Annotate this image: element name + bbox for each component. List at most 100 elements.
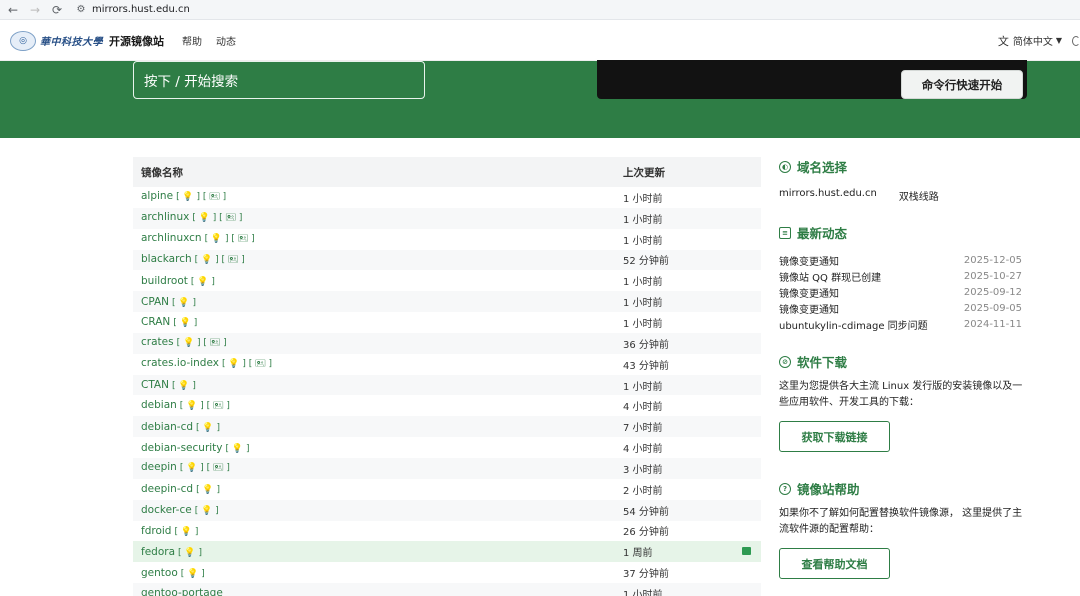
mirror-help-links[interactable]: [ 💡 ] — [226, 444, 250, 454]
table-row[interactable]: CTAN[ 💡 ] 1 小时前 — [133, 374, 761, 396]
mirror-help-links[interactable]: [ 💡 ] — [172, 381, 196, 391]
mirror-name-cell[interactable]: fdroid[ 💡 ] — [133, 525, 615, 537]
table-row[interactable]: buildroot[ 💡 ] 1 小时前 — [133, 270, 761, 291]
table-row[interactable]: debian-cd[ 💡 ] 7 小时前 — [133, 416, 761, 438]
table-row[interactable]: debian-security[ 💡 ] 4 小时前 — [133, 437, 761, 458]
table-row[interactable]: debian[ 💡 ] [ 🖭 ] 4 小时前 — [133, 395, 761, 416]
mirror-name-link[interactable]: debian — [141, 399, 177, 411]
mirror-name-link[interactable]: CTAN — [141, 379, 169, 391]
mirror-name-link[interactable]: alpine — [141, 190, 173, 202]
mirror-name-cell[interactable]: crates[ 💡 ] [ 🖭 ] — [133, 335, 615, 351]
news-title[interactable]: 镜像变更通知 — [779, 285, 839, 300]
news-title[interactable]: 镜像变更通知 — [779, 301, 839, 316]
mirror-name-cell[interactable]: CPAN[ 💡 ] — [133, 296, 615, 308]
mirror-help-links[interactable]: [ 💡 ] — [172, 298, 196, 308]
column-header-name[interactable]: 镜像名称 — [133, 165, 615, 180]
mirror-name-link[interactable]: debian-security — [141, 442, 223, 454]
language-selector[interactable]: 文 简体中文 ▼ — [998, 33, 1062, 49]
table-row[interactable]: CPAN[ 💡 ] 1 小时前 — [133, 291, 761, 313]
mirror-help-links[interactable]: [ 💡 ] — [196, 485, 220, 495]
cli-quickstart-button[interactable]: 命令行快速开始 — [901, 70, 1023, 99]
mirror-name-cell[interactable]: gentoo[ 💡 ] — [133, 567, 615, 579]
domain-option[interactable]: mirrors.hust.edu.cn 双栈线路 — [779, 188, 1029, 203]
mirror-name-link[interactable]: deepin-cd — [141, 483, 193, 495]
mirror-help-links[interactable]: [ 💡 ] — [178, 548, 202, 558]
news-item[interactable]: 镜像站 QQ 群现已创建 2025-10-27 — [779, 268, 1029, 284]
mirror-help-links[interactable]: [ 💡 ] [ 🖭 ] — [195, 255, 245, 265]
table-row[interactable]: gentoo[ 💡 ] 37 分钟前 — [133, 562, 761, 583]
mirror-name-link[interactable]: docker-ce — [141, 504, 192, 516]
mirror-help-links[interactable]: [ 💡 ] [ 🖭 ] — [205, 234, 255, 244]
news-item[interactable]: 镜像变更通知 2025-12-05 — [779, 252, 1029, 268]
mirror-help-links[interactable]: [ 💡 ] [ 🖭 ] — [180, 463, 230, 473]
get-download-links-button[interactable]: 获取下载链接 — [779, 421, 890, 452]
theme-toggle-icon[interactable] — [1072, 35, 1080, 46]
table-row[interactable]: crates[ 💡 ] [ 🖭 ] 36 分钟前 — [133, 332, 761, 354]
mirror-name-cell[interactable]: buildroot[ 💡 ] — [133, 275, 615, 287]
news-title[interactable]: ubuntukylin-cdimage 同步问题 — [779, 317, 928, 332]
news-item[interactable]: 镜像变更通知 2025-09-12 — [779, 284, 1029, 300]
mirror-name-cell[interactable]: debian-cd[ 💡 ] — [133, 421, 615, 433]
address-bar[interactable]: mirrors.hust.edu.cn — [92, 4, 190, 15]
mirror-help-links[interactable]: [ 💡 ] — [181, 569, 205, 579]
table-row[interactable]: fdroid[ 💡 ] 26 分钟前 — [133, 521, 761, 542]
mirror-help-links[interactable]: [ 💡 ] [ 🖭 ] — [180, 401, 230, 411]
mirror-name-cell[interactable]: archlinux[ 💡 ] [ 🖭 ] — [133, 210, 615, 226]
mirror-name-link[interactable]: fedora — [141, 546, 175, 558]
nav-help[interactable]: 帮助 — [182, 33, 202, 48]
forward-icon[interactable]: → — [24, 0, 46, 20]
mirror-name-cell[interactable]: deepin-cd[ 💡 ] — [133, 483, 615, 495]
mirror-name-link[interactable]: debian-cd — [141, 421, 193, 433]
table-row[interactable]: crates.io-index[ 💡 ] [ 🖭 ] 43 分钟前 — [133, 354, 761, 375]
mirror-name-link[interactable]: fdroid — [141, 525, 171, 537]
table-row[interactable]: docker-ce[ 💡 ] 54 分钟前 — [133, 499, 761, 521]
mirror-help-links[interactable]: [ 💡 ] — [173, 318, 197, 328]
mirror-name-link[interactable]: archlinux — [141, 211, 189, 223]
mirror-name-cell[interactable]: blackarch[ 💡 ] [ 🖭 ] — [133, 252, 615, 268]
table-row[interactable]: gentoo-portage 1 小时前 — [133, 583, 761, 596]
table-row[interactable]: CRAN[ 💡 ] 1 小时前 — [133, 312, 761, 333]
mirror-help-links[interactable]: [ 💡 ] [ 🖭 ] — [176, 192, 226, 202]
university-logo-icon[interactable]: ◎ — [10, 30, 36, 51]
table-row[interactable]: archlinuxcn[ 💡 ] [ 🖭 ] 1 小时前 — [133, 229, 761, 250]
column-header-updated[interactable]: 上次更新 — [615, 165, 665, 180]
mirror-name-cell[interactable]: deepin[ 💡 ] [ 🖭 ] — [133, 460, 615, 476]
nav-news[interactable]: 动态 — [216, 33, 236, 48]
table-row[interactable]: fedora[ 💡 ] 1 周前 — [133, 541, 761, 563]
news-item[interactable]: ubuntukylin-cdimage 同步问题 2024-11-11 — [779, 316, 1029, 332]
mirror-help-links[interactable]: [ 💡 ] [ 🖭 ] — [222, 359, 272, 369]
mirror-help-links[interactable]: [ 💡 ] [ 🖭 ] — [192, 213, 242, 223]
table-row[interactable]: blackarch[ 💡 ] [ 🖭 ] 52 分钟前 — [133, 249, 761, 271]
mirror-name-cell[interactable]: crates.io-index[ 💡 ] [ 🖭 ] — [133, 356, 615, 372]
mirror-name-link[interactable]: deepin — [141, 461, 177, 473]
news-title[interactable]: 镜像变更通知 — [779, 253, 839, 268]
mirror-name-link[interactable]: gentoo-portage — [141, 587, 223, 596]
mirror-name-cell[interactable]: archlinuxcn[ 💡 ] [ 🖭 ] — [133, 231, 615, 247]
mirror-help-links[interactable]: [ 💡 ] — [195, 506, 219, 516]
mirror-name-cell[interactable]: alpine[ 💡 ] [ 🖭 ] — [133, 189, 615, 205]
mirror-help-links[interactable]: [ 💡 ] — [174, 527, 198, 537]
mirror-name-link[interactable]: buildroot — [141, 275, 188, 287]
mirror-name-cell[interactable]: gentoo-portage — [133, 587, 615, 596]
mirror-name-link[interactable]: gentoo — [141, 567, 178, 579]
table-row[interactable]: deepin[ 💡 ] [ 🖭 ] 3 小时前 — [133, 457, 761, 479]
mirror-name-link[interactable]: crates.io-index — [141, 357, 219, 369]
mirror-name-link[interactable]: blackarch — [141, 253, 192, 265]
mirror-name-cell[interactable]: docker-ce[ 💡 ] — [133, 504, 615, 516]
view-help-docs-button[interactable]: 查看帮助文档 — [779, 548, 890, 579]
search-input[interactable]: 按下 / 开始搜索 — [133, 61, 425, 99]
reload-icon[interactable]: ⟳ — [46, 0, 68, 20]
site-brand[interactable]: 开源镜像站 — [109, 33, 164, 49]
mirror-name-cell[interactable]: fedora[ 💡 ] — [133, 546, 615, 558]
table-row[interactable]: alpine[ 💡 ] [ 🖭 ] 1 小时前 — [133, 187, 761, 208]
mirror-help-links[interactable]: [ 💡 ] — [191, 277, 215, 287]
mirror-help-links[interactable]: [ 💡 ] — [196, 423, 220, 433]
mirror-help-links[interactable]: [ 💡 ] [ 🖭 ] — [177, 338, 227, 348]
mirror-name-link[interactable]: archlinuxcn — [141, 232, 202, 244]
table-row[interactable]: deepin-cd[ 💡 ] 2 小时前 — [133, 479, 761, 500]
mirror-name-link[interactable]: crates — [141, 336, 174, 348]
mirror-name-link[interactable]: CPAN — [141, 296, 169, 308]
mirror-name-cell[interactable]: CRAN[ 💡 ] — [133, 316, 615, 328]
news-title[interactable]: 镜像站 QQ 群现已创建 — [779, 269, 881, 284]
mirror-name-cell[interactable]: CTAN[ 💡 ] — [133, 379, 615, 391]
